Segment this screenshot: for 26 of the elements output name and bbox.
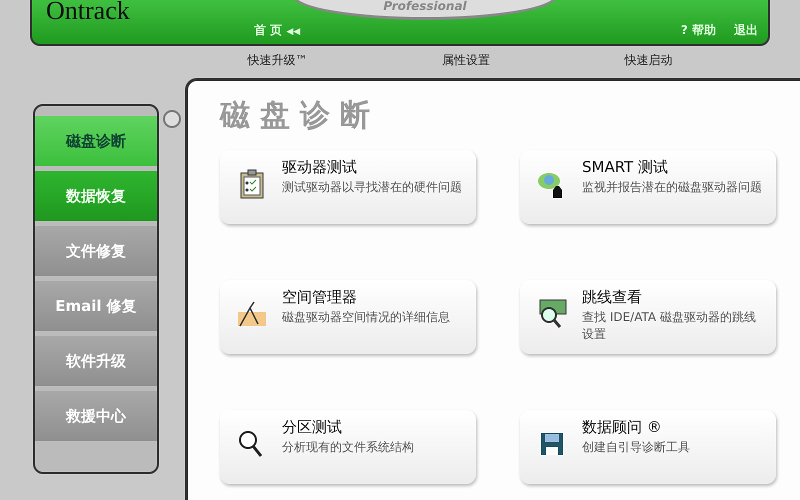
tool-title: SMART 测试	[582, 158, 669, 177]
sidebar-item[interactable]: 磁盘诊断	[35, 116, 157, 166]
tool-description: 分析现有的文件系统结构	[282, 439, 415, 456]
section-title: 磁盘诊断	[220, 97, 381, 135]
tool-description: 测试驱动器以寻找潜在的硬件问题	[282, 179, 462, 196]
tool-card[interactable]: 数据顾问 ® 创建自引导诊断工具	[520, 410, 776, 484]
tool-title: 驱动器测试	[282, 158, 358, 177]
tool-description: 监视并报告潜在的磁盘驱动器问题	[582, 179, 762, 196]
toolbar-link[interactable]: 属性设置	[442, 52, 490, 68]
logo-text: Ontrack	[46, 0, 130, 26]
knob-icon	[163, 110, 181, 128]
tool-title: 空间管理器	[282, 288, 358, 307]
toolbar-link[interactable]: 快速升级™	[247, 52, 308, 68]
tool-description: 磁盘驱动器空间情况的详细信息	[282, 309, 451, 326]
tool-card[interactable]: 跳线查看 查找 IDE/ATA 磁盘驱动器的跳线设置	[520, 280, 776, 354]
tool-title: 跳线查看	[582, 288, 643, 307]
toolbar-link[interactable]: 快速启动	[624, 52, 673, 68]
tool-description: 查找 IDE/ATA 磁盘驱动器的跳线设置	[582, 309, 757, 343]
tool-description: 创建自引导诊断工具	[582, 439, 691, 456]
tool-card[interactable]: 空间管理器 磁盘驱动器空间情况的详细信息	[220, 280, 476, 354]
tool-card[interactable]: 分区测试 分析现有的文件系统结构	[220, 410, 476, 484]
tool-title: 数据顾问 ®	[582, 418, 663, 437]
tool-card[interactable]: 驱动器测试 测试驱动器以寻找潜在的硬件问题	[220, 150, 476, 224]
edition-text: Professional	[383, 0, 467, 15]
tool-card[interactable]: SMART 测试 监视并报告潜在的磁盘驱动器问题	[520, 150, 776, 224]
tool-title: 分区测试	[282, 418, 343, 437]
